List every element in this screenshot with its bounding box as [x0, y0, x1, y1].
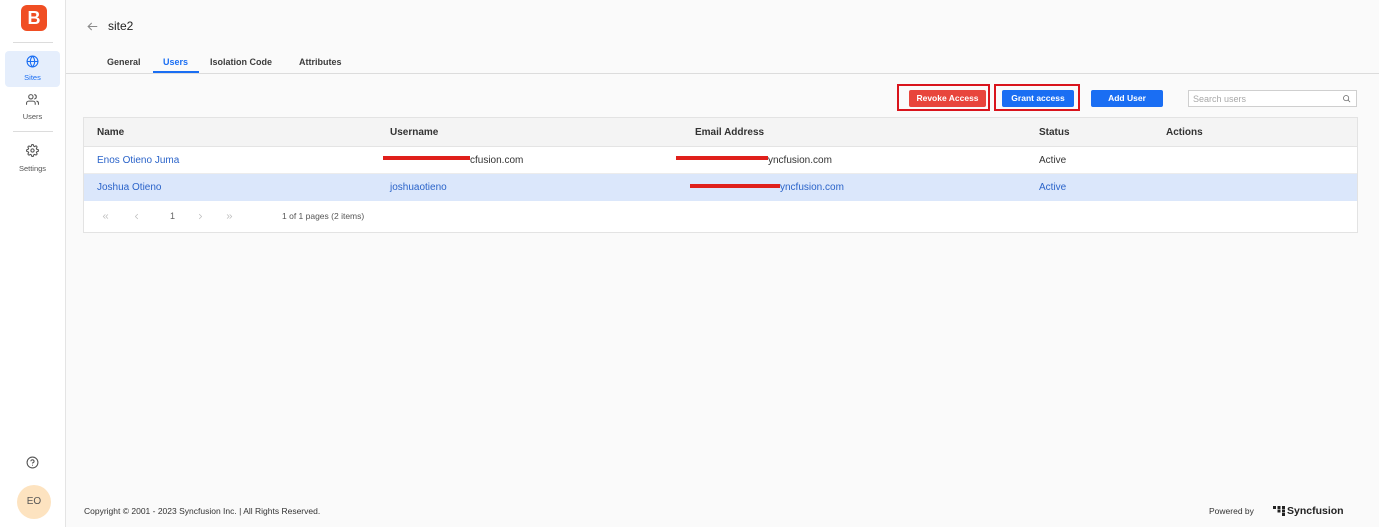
email-cell: yncfusion.com [676, 147, 1026, 173]
avatar[interactable]: EO [17, 485, 51, 519]
user-name-link[interactable]: Enos Otieno Juma [84, 147, 377, 173]
column-header-username[interactable]: Username [377, 118, 682, 146]
status-cell: Active [1039, 154, 1067, 166]
actions-cell [1153, 147, 1357, 173]
sidebar-item-settings[interactable]: Settings [5, 141, 60, 177]
tab-bar-divider [66, 73, 1379, 74]
column-header-actions: Actions [1166, 126, 1203, 138]
add-user-button[interactable]: Add User [1091, 90, 1163, 107]
gear-icon [26, 144, 39, 157]
column-header-name[interactable]: Name [84, 118, 377, 146]
username-cell: joshuaotieno [390, 182, 447, 193]
tab-general[interactable]: General [107, 56, 141, 68]
revoke-access-button[interactable]: Revoke Access [909, 90, 986, 107]
email-text: yncfusion.com [768, 154, 832, 166]
sidebar-item-label: Sites [24, 73, 41, 82]
username-cell: cfusion.com [377, 147, 682, 173]
sidebar-item-sites[interactable]: Sites [5, 51, 60, 87]
help-circle-icon[interactable] [26, 456, 39, 469]
redaction-mark [383, 156, 470, 160]
users-icon [26, 93, 39, 106]
username-text: cfusion.com [470, 154, 524, 166]
pager: 1 1 of 1 pages (2 items) [84, 201, 1357, 232]
search-box [1188, 90, 1357, 107]
tab-users[interactable]: Users [163, 56, 188, 68]
chevrons-right-icon[interactable] [225, 212, 234, 221]
chevron-left-icon[interactable] [132, 212, 141, 221]
brand-logo[interactable]: Syncfusion [1273, 503, 1344, 519]
sidebar-item-label: Users [22, 112, 43, 121]
search-input[interactable] [1189, 91, 1339, 106]
column-header-status[interactable]: Status [1026, 118, 1153, 146]
sidebar-item-label: Settings [18, 164, 47, 173]
copyright-text: Copyright © 2001 - 2023 Syncfusion Inc. … [84, 506, 321, 516]
pager-summary: 1 of 1 pages (2 items) [282, 211, 365, 221]
globe-icon [26, 55, 39, 68]
sidebar-divider [13, 42, 53, 43]
redaction-mark [676, 156, 768, 160]
users-grid: Name Username Email Address Status Actio… [84, 118, 1357, 232]
table-row[interactable]: Enos Otieno Juma cfusion.com yncfusion.c… [84, 147, 1357, 174]
chevron-right-icon[interactable] [196, 212, 205, 221]
grid-header-row: Name Username Email Address Status Actio… [84, 118, 1357, 147]
email-text: yncfusion.com [780, 182, 844, 193]
search-icon[interactable] [1342, 94, 1351, 103]
app-logo[interactable]: B [21, 5, 47, 31]
sidebar-item-users[interactable]: Users [5, 91, 60, 125]
page-number[interactable]: 1 [170, 211, 175, 222]
chevrons-left-icon[interactable] [101, 212, 110, 221]
page-title: site2 [108, 19, 134, 33]
tab-attributes[interactable]: Attributes [299, 56, 342, 68]
redaction-mark [690, 183, 780, 188]
status-cell: Active [1039, 182, 1067, 193]
brand-mark-icon [1273, 506, 1285, 516]
column-header-email[interactable]: Email Address [682, 118, 1026, 146]
email-cell: yncfusion.com [682, 174, 1026, 201]
brand-name: Syncfusion [1287, 505, 1344, 517]
sidebar-divider [13, 131, 53, 132]
sidebar: B Sites Users Settings EO [0, 0, 66, 527]
grant-access-button[interactable]: Grant access [1002, 90, 1074, 107]
arrow-left-icon[interactable] [86, 20, 99, 33]
user-name-link[interactable]: Joshua Otieno [84, 174, 377, 201]
tab-isolation-code[interactable]: Isolation Code [210, 56, 272, 68]
actions-cell [1153, 174, 1357, 201]
table-row-selected[interactable]: Joshua Otieno joshuaotieno yncfusion.com… [84, 174, 1357, 201]
powered-by-text: Powered by [1209, 506, 1254, 516]
